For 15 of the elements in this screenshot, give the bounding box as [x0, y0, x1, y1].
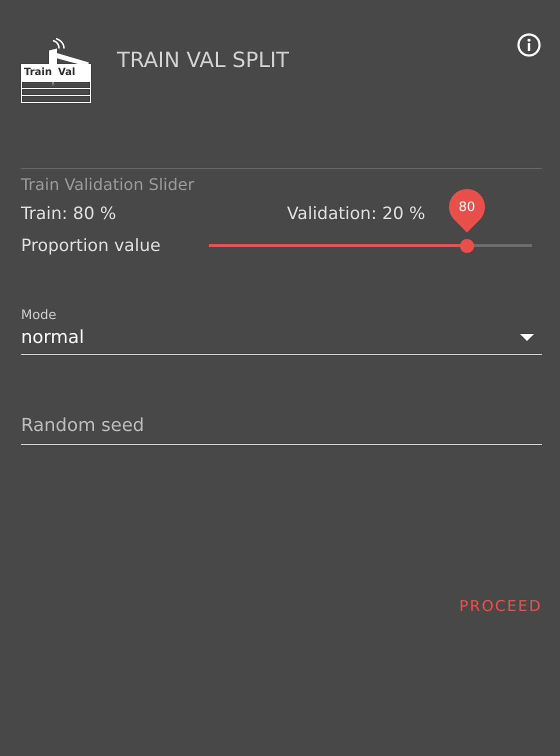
app-title: TRAIN VAL SPLIT: [117, 48, 289, 72]
logo-text: Val: [58, 66, 76, 80]
logo-text: Train: [24, 66, 52, 80]
info-icon[interactable]: [516, 32, 542, 58]
mode-label: Mode: [21, 308, 58, 323]
mode-value: normal: [21, 327, 84, 348]
random-seed-field[interactable]: Random seed: [21, 411, 542, 445]
slider-label: Proportion value: [21, 236, 162, 256]
slider-track[interactable]: [209, 244, 532, 247]
slider-thumb[interactable]: [460, 239, 474, 253]
section-title: Train Validation Slider: [21, 175, 196, 194]
validation-percentage: Validation: 20 %: [287, 204, 426, 224]
mode-dropdown[interactable]: Mode normal: [21, 308, 542, 355]
train-percentage: Train: 80 %: [21, 204, 118, 224]
dropdown-caret-icon: [520, 334, 534, 342]
